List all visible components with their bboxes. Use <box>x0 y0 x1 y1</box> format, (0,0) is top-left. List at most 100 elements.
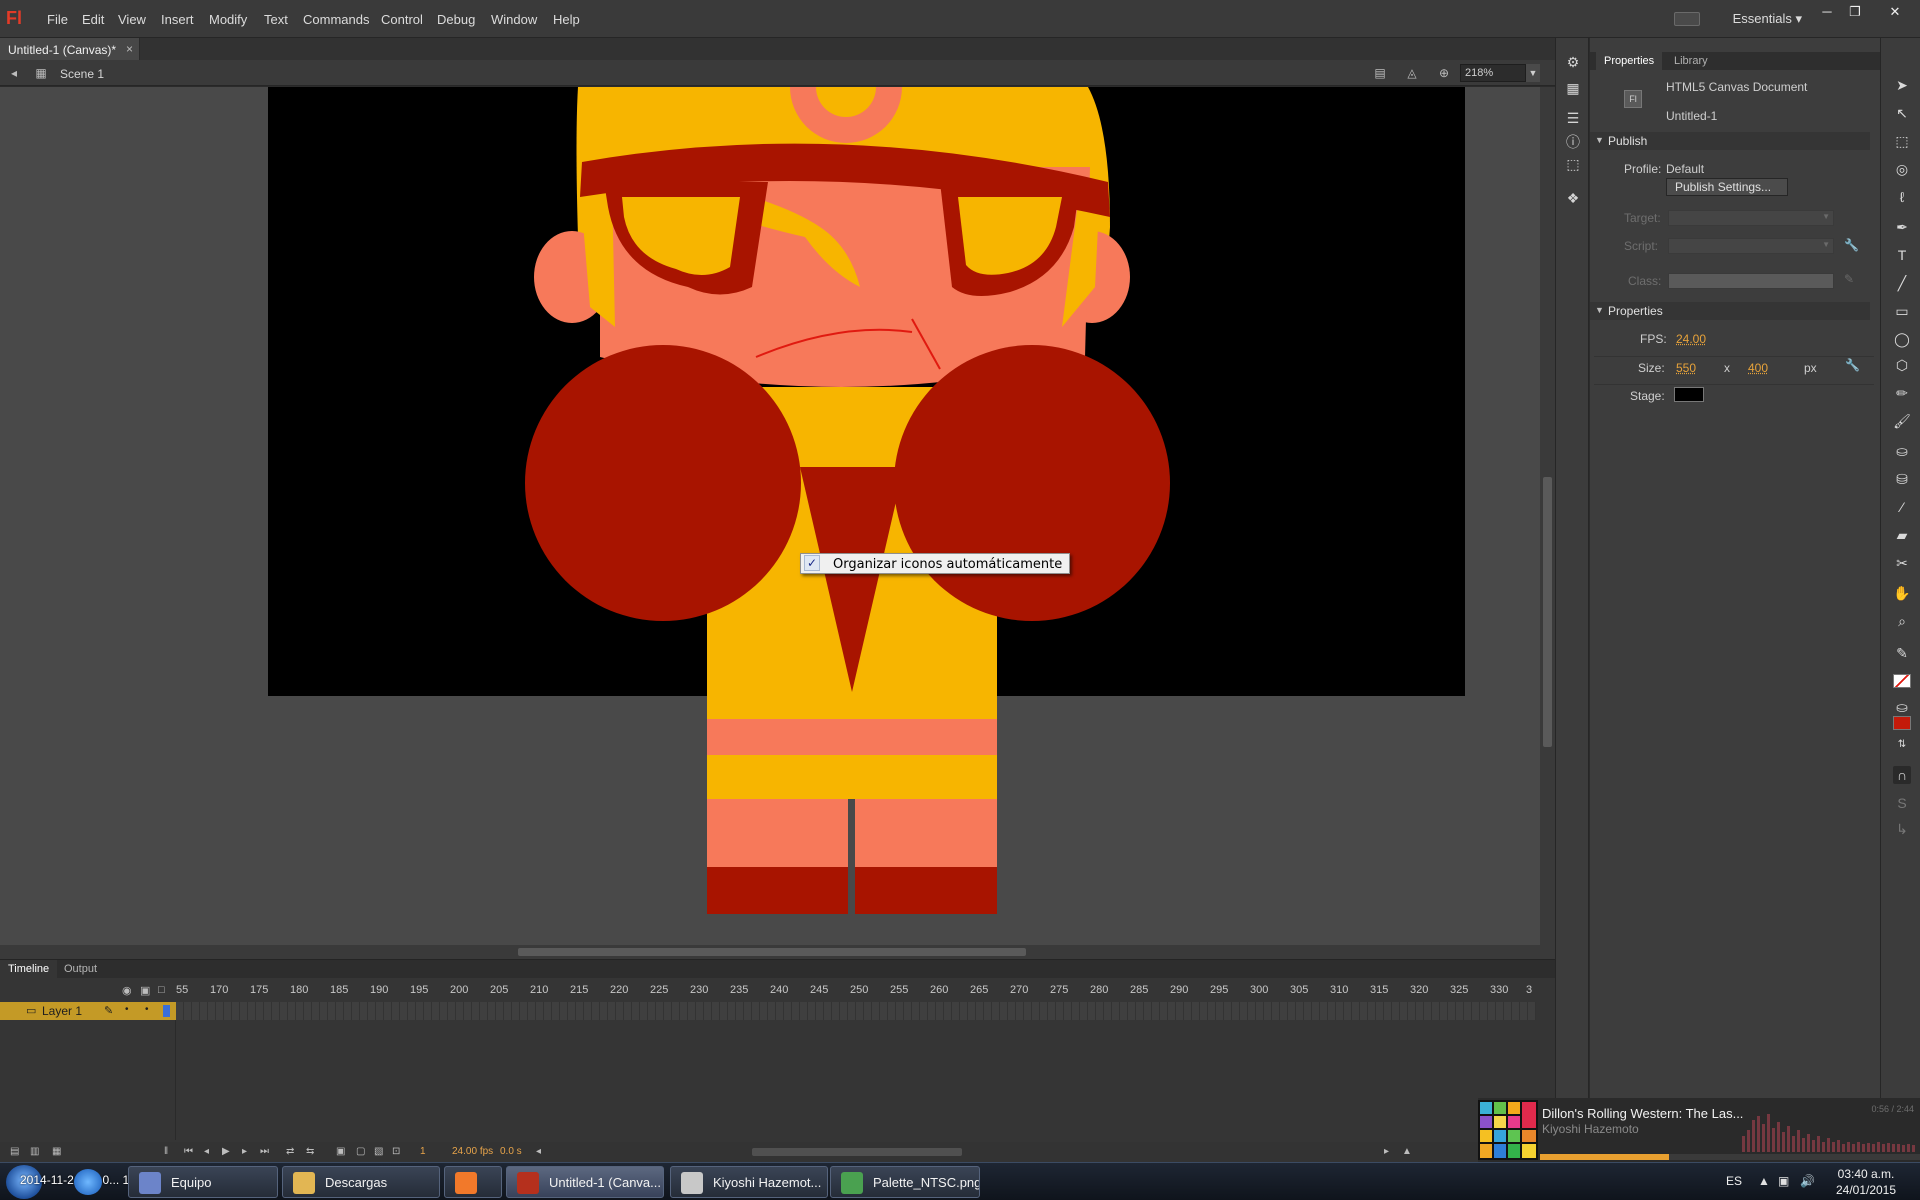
track-progress[interactable] <box>1540 1154 1920 1160</box>
show-hidden-icons[interactable]: ▲ <box>1758 1174 1770 1188</box>
network-icon[interactable]: ▣ <box>1778 1174 1789 1188</box>
context-menu[interactable]: ✓ Organizar iconos automáticamente <box>800 553 1070 574</box>
document-tab[interactable]: Untitled-1 (Canvas)* × <box>0 38 140 60</box>
layer-color-swatch[interactable] <box>163 1005 170 1017</box>
rectangle-tool-icon[interactable]: ▭ <box>1893 302 1911 320</box>
hand-tool-icon[interactable]: ✋ <box>1893 584 1911 602</box>
height-value[interactable]: 400 <box>1748 361 1768 375</box>
eyedropper-tool-icon[interactable]: ⁄ <box>1893 498 1911 516</box>
visibility-dot-icon[interactable]: • <box>125 1004 129 1015</box>
layer-name[interactable]: Layer 1 <box>42 1004 82 1018</box>
oval-tool-icon[interactable]: ◯ <box>1893 330 1911 348</box>
scroll-right-icon[interactable]: ▸ <box>1384 1146 1389 1157</box>
fill-color-icon[interactable]: ⛀ <box>1893 698 1911 716</box>
lock-dot-icon[interactable]: • <box>145 1004 149 1015</box>
close-window-button[interactable]: ✕ <box>1884 4 1906 20</box>
taskbar-item[interactable]: Untitled-1 (Canva... <box>506 1166 664 1198</box>
fps-value[interactable]: 24.00 <box>1676 332 1706 346</box>
taskbar-item[interactable]: Kiyoshi Hazemot... <box>670 1166 828 1198</box>
stroke-color-icon[interactable]: ✎ <box>1893 644 1911 662</box>
transform-icon[interactable]: ⬚ <box>1565 156 1581 172</box>
smooth-icon[interactable]: S <box>1893 794 1911 812</box>
fill-swatch[interactable] <box>1893 716 1911 730</box>
workspace-switcher[interactable]: Essentials ▾ <box>1733 11 1802 27</box>
motion-presets-icon[interactable]: ⚙ <box>1565 54 1581 70</box>
menu-text[interactable]: Text <box>264 12 288 27</box>
pen-tool-icon[interactable]: ✒ <box>1893 218 1911 236</box>
snap-magnet-icon[interactable]: ∩ <box>1893 766 1911 784</box>
text-tool-icon[interactable]: T <box>1893 246 1911 264</box>
onion-skin-icon[interactable]: ▣ <box>336 1146 345 1157</box>
stroke-swatch[interactable] <box>1893 674 1911 688</box>
auto-arrange-icons-option[interactable]: Organizar iconos automáticamente <box>833 557 1062 572</box>
stage-color-swatch[interactable] <box>1674 387 1704 402</box>
components-icon[interactable]: ❖ <box>1565 190 1581 206</box>
play-icon[interactable]: ▶ <box>222 1146 230 1157</box>
subselection-tool-icon[interactable]: ↖ <box>1893 104 1911 122</box>
horizontal-scrollbar[interactable] <box>0 945 1555 959</box>
zoom-dropdown-icon[interactable]: ▼ <box>1526 64 1540 82</box>
menu-control[interactable]: Control <box>381 12 423 27</box>
width-value[interactable]: 550 <box>1676 361 1696 375</box>
bone-tool-icon[interactable]: ✂ <box>1893 554 1911 572</box>
selection-tool-icon[interactable]: ➤ <box>1893 76 1911 94</box>
zoom-small-icon[interactable]: ▲ <box>1402 1146 1412 1157</box>
loop-icon[interactable]: ⇄ <box>286 1146 294 1157</box>
vertical-scroll-thumb[interactable] <box>1543 477 1552 747</box>
swap-colors-icon[interactable]: ⇅ <box>1893 736 1911 754</box>
menu-edit[interactable]: Edit <box>82 12 104 27</box>
align-icon[interactable]: ☰ <box>1565 110 1581 126</box>
line-tool-icon[interactable]: ╱ <box>1893 274 1911 292</box>
layer-row[interactable]: ▭ Layer 1 ✎ • • <box>0 1002 176 1020</box>
step-forward-icon[interactable]: ▸ <box>242 1146 247 1157</box>
frame-ruler[interactable]: 55 170 175 180 185 190 195 200 205 210 215 220 225 23… <box>176 982 1536 1000</box>
minimize-button[interactable]: ─ <box>1816 4 1838 20</box>
menu-insert[interactable]: Insert <box>161 12 194 27</box>
volume-icon[interactable]: 🔊 <box>1800 1174 1815 1188</box>
back-arrow-icon[interactable]: ◂ <box>6 66 22 80</box>
tab-library[interactable]: Library <box>1666 52 1716 70</box>
publish-section-header[interactable]: ▼ Publish <box>1590 132 1870 150</box>
class-input[interactable] <box>1668 273 1834 289</box>
onion-outline-icon[interactable]: ▢ <box>356 1146 365 1157</box>
sync-settings-icon[interactable] <box>1674 12 1700 26</box>
edit-symbols-icon[interactable]: ◬ <box>1404 66 1420 80</box>
close-tab-icon[interactable]: × <box>126 42 133 56</box>
tab-output[interactable]: Output <box>56 960 105 978</box>
free-transform-tool-icon[interactable]: ⬚ <box>1893 132 1911 150</box>
modify-markers-icon[interactable]: ⊡ <box>392 1146 400 1157</box>
timeline-splitter-icon[interactable]: ‖ <box>164 1146 168 1157</box>
zoom-tool-icon[interactable]: ⌕ <box>1893 612 1911 630</box>
delete-layer-icon[interactable]: ▦ <box>52 1146 61 1157</box>
step-back-icon[interactable]: ◂ <box>204 1146 209 1157</box>
color-icon[interactable]: ▦ <box>1565 80 1581 96</box>
character-artwork[interactable] <box>0 87 1540 945</box>
publish-settings-button[interactable]: Publish Settings... <box>1666 178 1788 196</box>
go-last-frame-icon[interactable]: ⏭ <box>260 1146 269 1157</box>
wrench-icon[interactable]: 🔧 <box>1845 358 1860 372</box>
new-layer-icon[interactable]: ▤ <box>10 1146 19 1157</box>
menu-modify[interactable]: Modify <box>209 12 247 27</box>
properties-section-header[interactable]: ▼ Properties <box>1590 302 1870 320</box>
go-first-frame-icon[interactable]: ⏮ <box>184 1146 193 1157</box>
menu-view[interactable]: View <box>118 12 146 27</box>
center-stage-icon[interactable]: ⊕ <box>1436 66 1452 80</box>
straighten-icon[interactable]: ↳ <box>1893 820 1911 838</box>
frames-row[interactable] <box>176 1002 1536 1020</box>
menu-debug[interactable]: Debug <box>437 12 475 27</box>
script-dropdown[interactable]: ▼ <box>1668 238 1834 254</box>
ie-icon[interactable] <box>74 1169 102 1195</box>
taskbar-item[interactable]: Palette_NTSC.png... <box>830 1166 980 1198</box>
taskbar-item[interactable]: Descargas <box>282 1166 440 1198</box>
canvas-area[interactable]: ✓ Organizar iconos automáticamente <box>0 87 1540 945</box>
menu-file[interactable]: File <box>47 12 68 27</box>
eye-icon[interactable]: ◉ <box>122 984 132 997</box>
eraser-tool-icon[interactable]: ▰ <box>1893 526 1911 544</box>
lasso-tool-icon[interactable]: ℓ <box>1893 188 1911 206</box>
input-language[interactable]: ES <box>1726 1174 1742 1188</box>
zoom-input[interactable]: 218% <box>1460 64 1526 82</box>
taskbar-item[interactable]: Equipo <box>128 1166 278 1198</box>
tab-properties[interactable]: Properties <box>1596 52 1663 70</box>
polystar-tool-icon[interactable]: ⬡ <box>1893 356 1911 374</box>
vertical-scrollbar[interactable] <box>1540 87 1555 945</box>
